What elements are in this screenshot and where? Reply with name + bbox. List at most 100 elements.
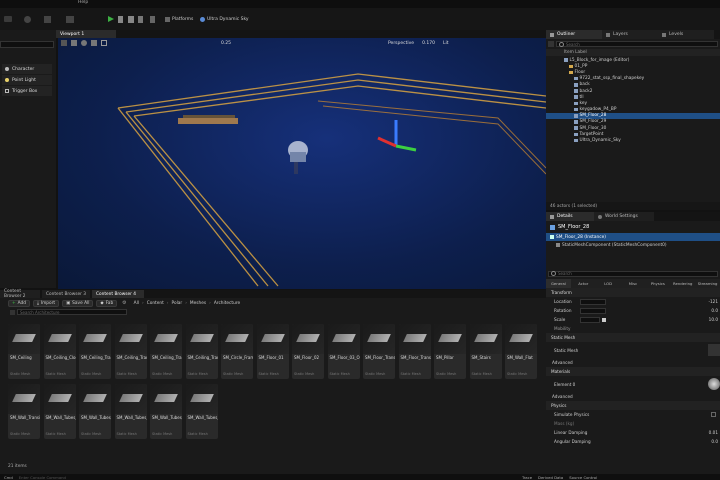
scale-dropdown[interactable] xyxy=(580,316,600,323)
details-panel: Details World Settings SM_Floor_28 SM_Fl… xyxy=(546,212,720,480)
section-physics[interactable]: Physics xyxy=(546,401,720,410)
asset-tile[interactable]: SM_Circle_FrameStatic Mesh xyxy=(221,324,253,379)
play-options-icon[interactable] xyxy=(138,16,143,23)
asset-tile[interactable]: SM_Floor_Transition_02Static Mesh xyxy=(398,324,431,379)
location-dropdown[interactable] xyxy=(580,298,606,305)
asset-tile[interactable]: SM_Ceiling_Transition_01_OpenStatic Mesh xyxy=(185,324,218,379)
filter-tab[interactable]: Rendering xyxy=(670,279,696,288)
filter-tab[interactable]: Actor xyxy=(570,279,596,288)
filter-tab[interactable]: Misc xyxy=(620,279,646,288)
tab-layers[interactable]: Layers xyxy=(602,30,658,39)
place-actor-item-point-light[interactable]: Point Light xyxy=(2,75,52,85)
eject-icon[interactable] xyxy=(150,16,155,23)
fab-button[interactable]: ◆ Fab xyxy=(96,299,118,307)
tab-levels[interactable]: Levels xyxy=(658,30,714,39)
section-transform[interactable]: Transform xyxy=(546,288,720,297)
asset-tile[interactable]: SM_Wall_Tubes_BrokenStatic Mesh xyxy=(43,384,76,439)
filter-tab[interactable]: General xyxy=(546,279,571,288)
console-input[interactable]: Enter Console Command xyxy=(19,475,66,480)
asset-tile[interactable]: SM_Wall_Tubes_Broken_SmallStatic Mesh xyxy=(79,384,111,439)
breadcrumb-item[interactable]: Content xyxy=(147,301,164,306)
tab-outliner[interactable]: Outliner xyxy=(546,30,602,39)
scalability-button[interactable]: Ultra Dynamic Sky xyxy=(200,15,249,24)
place-actor-item-trigger-box[interactable]: Trigger Box xyxy=(2,86,52,96)
breadcrumb-item[interactable]: Architecture xyxy=(214,301,240,306)
tab-world-settings[interactable]: World Settings xyxy=(594,212,654,221)
play-icon[interactable] xyxy=(108,16,114,22)
asset-tile[interactable]: SM_Stairs Static Mesh xyxy=(469,324,502,379)
trace-button[interactable]: Trace xyxy=(522,475,532,480)
add-content-icon[interactable] xyxy=(24,16,31,23)
content-search-input[interactable]: Search Architecture xyxy=(17,309,127,315)
menu-item-help[interactable]: Help xyxy=(78,0,88,5)
asset-tile[interactable]: SM_Ceiling_Transition_01Static Mesh xyxy=(79,324,111,379)
cinematics-icon[interactable] xyxy=(66,16,74,23)
step-icon[interactable] xyxy=(118,16,123,23)
outliner-search-input[interactable]: Search xyxy=(556,41,718,47)
blueprint-icon[interactable] xyxy=(44,16,51,23)
prop-advanced[interactable]: Advanced xyxy=(546,358,720,367)
asset-tile[interactable]: SM_Wall_TransitionStatic Mesh xyxy=(8,384,40,439)
source-control-button[interactable]: Source Control xyxy=(569,475,597,480)
mesh-preview-icon xyxy=(12,334,36,342)
cmd-label[interactable]: Cmd xyxy=(4,475,13,480)
filter-icon[interactable] xyxy=(10,309,15,315)
outliner-row[interactable]: Ultra_Dynamic_Sky xyxy=(546,137,720,143)
prop-advanced-materials[interactable]: Advanced xyxy=(546,392,720,401)
save-all-button[interactable]: ▣ Save All xyxy=(62,299,94,307)
platforms-button[interactable]: Platforms xyxy=(165,15,193,24)
rotation-dropdown[interactable] xyxy=(580,307,606,314)
asset-thumbnail xyxy=(398,324,431,354)
details-search-input[interactable]: Search xyxy=(548,270,718,277)
filter-tab[interactable]: Streaming xyxy=(695,279,720,288)
viewport[interactable]: 0.25 Perspective 0.170 Lit xyxy=(58,38,546,289)
tab-content-browser-2[interactable]: Content Browser 2 xyxy=(0,289,40,299)
section-static-mesh[interactable]: Static Mesh xyxy=(546,333,720,342)
breadcrumb-item[interactable]: Meshes xyxy=(190,301,206,306)
menu-bar: Help xyxy=(0,0,720,8)
details-object-name[interactable]: SM_Floor_28 xyxy=(558,224,589,230)
filter-tab[interactable]: Physics xyxy=(645,279,671,288)
details-component-row[interactable]: StaticMeshComponent (StaticMeshComponent… xyxy=(546,241,720,249)
asset-tile[interactable]: SM_Wall_Tubes_RubbleStatic Mesh xyxy=(185,384,218,439)
details-instance-row[interactable]: SM_Floor_28 (Instance) xyxy=(546,233,720,241)
breadcrumb-item[interactable]: All xyxy=(134,301,139,306)
filter-tab[interactable]: LOD xyxy=(595,279,621,288)
asset-tile[interactable]: SM_Wall_Tubes_OpenStatic Mesh xyxy=(150,384,182,439)
asset-tile[interactable]: SM_Floor_03_OpaqueStatic Mesh xyxy=(327,324,360,379)
asset-tile[interactable]: SM_Wall_Tubes_ClosedStatic Mesh xyxy=(114,384,147,439)
breadcrumb-separator: › xyxy=(209,300,211,306)
asset-tile[interactable]: SM_Ceiling Static Mesh xyxy=(8,324,40,379)
place-actor-item-character[interactable]: Character xyxy=(2,64,52,74)
section-materials[interactable]: Materials xyxy=(546,367,720,376)
breadcrumb-item[interactable]: Polar xyxy=(172,301,183,306)
place-actors-search[interactable] xyxy=(0,41,54,48)
select-mode-icon[interactable] xyxy=(4,16,12,22)
asset-tile[interactable]: SM_Pillar Static Mesh xyxy=(434,324,466,379)
asset-tile[interactable]: SM_Ceiling_Transition_01_GlassStatic Mes… xyxy=(150,324,182,379)
asset-tile[interactable]: SM_Floor_Transition_01Static Mesh xyxy=(363,324,395,379)
mesh-thumbnail[interactable] xyxy=(708,344,720,356)
asset-tile[interactable]: SM_Floor_02 Static Mesh xyxy=(292,324,324,379)
material-thumbnail[interactable] xyxy=(708,378,720,390)
asset-tile[interactable]: SM_Floor_01 Static Mesh xyxy=(256,324,289,379)
lock-icon[interactable] xyxy=(602,317,606,322)
mesh-preview-icon xyxy=(83,394,107,402)
tab-viewport-1[interactable]: Viewport 1 xyxy=(56,30,116,38)
outliner-list: L5_Block_for_image (Editor) 01_PP Floor 972… xyxy=(546,56,720,144)
asset-tile[interactable]: SM_Ceiling_Closed_HallStatic Mesh xyxy=(43,324,76,379)
settings-icon[interactable]: ⚙ xyxy=(122,300,126,306)
asset-tile[interactable]: SM_Ceiling_Transition_02Static Mesh xyxy=(114,324,147,379)
add-button[interactable]: + Add xyxy=(8,299,30,307)
asset-tile[interactable]: SM_Wall_Flat Static Mesh xyxy=(505,324,537,379)
stop-icon[interactable] xyxy=(128,16,134,23)
add-filter-icon[interactable] xyxy=(548,41,554,47)
asset-thumbnail xyxy=(185,324,218,354)
import-button[interactable]: ⤓ Import xyxy=(32,299,60,307)
asset-thumbnail xyxy=(185,384,218,414)
tab-content-browser-3[interactable]: Content Browser 3 xyxy=(42,290,90,298)
tab-details[interactable]: Details xyxy=(546,212,594,221)
simulate-checkbox[interactable] xyxy=(711,412,716,417)
derived-data-button[interactable]: Derived Data xyxy=(538,475,563,480)
tab-content-browser-4[interactable]: Content Browser 4 xyxy=(92,290,144,298)
